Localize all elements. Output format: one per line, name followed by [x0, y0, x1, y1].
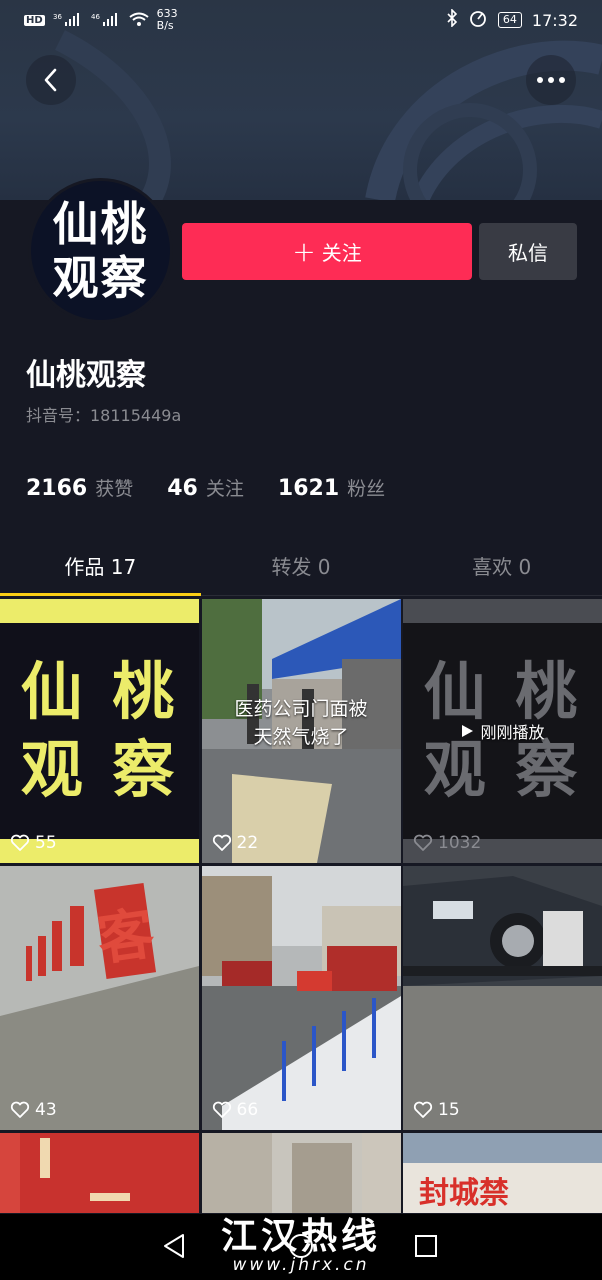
logo-text-line2: 观 察 [20, 733, 179, 806]
tab-reposts[interactable]: 转发 0 [201, 536, 402, 595]
wifi-icon [129, 12, 149, 29]
tab-likes[interactable]: 喜欢 0 [401, 536, 602, 595]
like-count: 66 [212, 1100, 258, 1120]
stat-number: 1621 [277, 476, 340, 501]
video-thumbnail[interactable]: 仙 桃 观 察 刚刚播放 1032 [403, 599, 602, 863]
like-count: 22 [212, 833, 258, 853]
heart-icon [10, 1101, 30, 1118]
like-count: 1032 [413, 833, 481, 853]
battery-indicator: 64 [497, 12, 522, 28]
like-count: 55 [10, 833, 57, 853]
heart-icon [413, 1101, 433, 1118]
more-dots-icon [537, 77, 565, 83]
video-grid: 仙 桃 观 察 55 医药公司门面被 天然气烧了 22 仙 桃 观 察 刚刚播放… [0, 599, 602, 1213]
stat-number: 2166 [26, 476, 88, 501]
video-thumbnail[interactable]: 客 43 [0, 866, 199, 1130]
recently-played-badge: 刚刚播放 [403, 719, 602, 743]
profile-name: 仙桃观察 [26, 358, 146, 393]
avatar-text-line1: 仙桃 [52, 196, 149, 251]
logo-image: 仙 桃 观 察 [0, 623, 199, 839]
like-count: 43 [10, 1100, 57, 1120]
stat-label: 粉丝 [347, 478, 386, 500]
douyin-id: 抖音号：18115449a [26, 406, 182, 425]
profile-page: HD 36 46 633 B/s 64 17:32 仙桃 观察 + 关注 私信 … [0, 0, 602, 1280]
system-nav-bar: 江汉热线 www.jhrx.cn [0, 1214, 602, 1280]
stat-followers[interactable]: 1621 粉丝 [278, 474, 385, 501]
signal-icon: 36 [53, 12, 83, 29]
back-button[interactable] [26, 55, 76, 105]
network-speed: 633 B/s [156, 7, 178, 32]
svg-text:封城禁: 封城禁 [419, 1176, 509, 1211]
rooftop-sign-image: 客 [0, 866, 199, 1130]
video-thumbnail[interactable]: 封城禁 [403, 1133, 602, 1213]
video-thumbnail[interactable] [0, 1133, 199, 1213]
svg-text:46: 46 [91, 13, 100, 21]
follow-button[interactable]: + 关注 [182, 223, 472, 280]
road-scene-image [201, 866, 401, 1130]
car-scene-image [403, 866, 602, 1130]
like-count: 15 [413, 1100, 460, 1120]
heart-icon [212, 834, 231, 851]
data-saver-icon [468, 9, 488, 31]
watermark: 江汉热线 www.jhrx.cn [0, 1216, 602, 1275]
stat-likes[interactable]: 2166 获赞 [26, 474, 133, 501]
message-label: 私信 [508, 241, 548, 265]
red-banner-image [0, 1133, 199, 1213]
watermark-url: www.jhrx.cn [232, 1255, 370, 1275]
video-thumbnail[interactable]: 仙 桃 观 察 55 [0, 599, 199, 863]
video-thumbnail[interactable] [201, 1133, 401, 1213]
hd-indicator: HD [24, 14, 45, 26]
content-tabs: 作品 17 转发 0 喜欢 0 [0, 536, 602, 596]
stat-label: 关注 [205, 478, 244, 500]
signal-icon-2: 46 [91, 12, 121, 29]
stat-number: 46 [167, 476, 198, 501]
video-thumbnail[interactable]: 15 [403, 866, 602, 1130]
buildings-image [201, 1133, 401, 1213]
svg-text:客: 客 [94, 901, 159, 973]
message-button[interactable]: 私信 [479, 223, 577, 280]
follow-label: 关注 [321, 241, 362, 265]
video-thumbnail[interactable]: 66 [201, 866, 401, 1130]
more-options-button[interactable] [526, 55, 576, 105]
plus-icon: + [292, 234, 316, 268]
clock: 17:32 [531, 10, 578, 30]
svg-text:36: 36 [53, 13, 62, 21]
shop-sign-image: 封城禁 [403, 1133, 602, 1213]
video-thumbnail[interactable]: 医药公司门面被 天然气烧了 22 [201, 599, 401, 863]
chevron-left-icon [44, 68, 57, 92]
heart-icon [212, 1101, 231, 1118]
bluetooth-icon [446, 8, 458, 31]
heart-icon [10, 834, 30, 851]
play-icon [462, 725, 474, 737]
avatar-text-line2: 观察 [52, 250, 149, 305]
avatar[interactable]: 仙桃 观察 [28, 178, 173, 323]
logo-text-line1: 仙 桃 [20, 655, 179, 728]
stat-following[interactable]: 46 关注 [167, 474, 244, 501]
profile-stats: 2166 获赞 46 关注 1621 粉丝 [26, 474, 385, 501]
video-caption: 医药公司门面被 天然气烧了 [234, 698, 368, 748]
status-bar: HD 36 46 633 B/s 64 17:32 [0, 0, 602, 40]
watermark-title: 江汉热线 [220, 1216, 381, 1257]
heart-icon [413, 834, 433, 851]
tab-works[interactable]: 作品 17 [0, 536, 201, 596]
stat-label: 获赞 [95, 478, 134, 500]
